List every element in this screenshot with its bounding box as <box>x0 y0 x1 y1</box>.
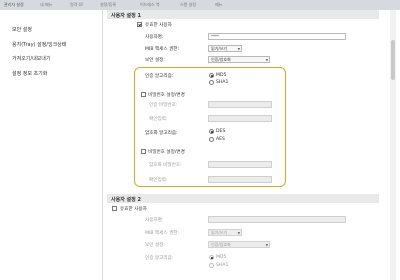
user2-mib-select[interactable]: 읽기/쓰기 ▼ <box>208 229 242 236</box>
user1-security-label: 보안 설정: <box>145 58 165 63</box>
enc-password-confirm-label: 확인입력: <box>149 178 168 183</box>
auth-password-toggle-checkbox[interactable] <box>141 92 146 97</box>
auth-password-input[interactable] <box>208 101 272 108</box>
menu-item-6[interactable]: 메뉴 <box>215 2 222 8</box>
scrollbar-thumb[interactable] <box>391 40 395 80</box>
sidebar-item-paper[interactable]: 용지(Tray) 설정/잉크상태 <box>12 41 66 48</box>
section-header-user2: 사용자 설정 2 <box>107 194 379 203</box>
auth-md5-radio[interactable] <box>209 73 214 78</box>
menu-item-4[interactable]: 어드레스 북 <box>140 2 160 8</box>
user2-mib-value: 읽기/쓰기 <box>211 230 228 235</box>
enc-password-toggle-checkbox[interactable] <box>141 149 146 154</box>
auth-password-confirm-input[interactable] <box>208 115 272 122</box>
user2-security-select[interactable]: 인증/암호화 ▼ <box>208 241 270 248</box>
menu-item-3[interactable]: 설정/등록 <box>100 2 116 8</box>
user1-security-value: 인증/암호화 <box>211 57 231 62</box>
user2-security-label: 보안 설정: <box>145 243 165 248</box>
chevron-down-icon: ▼ <box>265 58 268 62</box>
enc-des-radio[interactable] <box>209 129 214 134</box>
enc-password-input[interactable] <box>208 161 272 168</box>
chevron-down-icon: ▼ <box>265 243 268 247</box>
chevron-down-icon: ▼ <box>237 47 240 51</box>
sidebar-item-reset[interactable]: 설정 정보 초기화 <box>12 70 47 77</box>
user1-mib-value: 읽기/쓰기 <box>211 46 228 51</box>
window-title: 관리자 설정 <box>4 2 24 7</box>
user2-auth-sha1-radio[interactable] <box>209 263 214 268</box>
user1-mib-select[interactable]: 읽기/쓰기 ▼ <box>208 45 242 52</box>
user1-name-label: 사용자명: <box>145 35 164 40</box>
user2-security-value: 인증/암호화 <box>211 242 231 247</box>
auth-password-label: 인증 비밀번호: <box>149 103 178 108</box>
use-user2-label: 유효한 사용자 <box>120 207 147 212</box>
auth-password-toggle-label: 비밀번호 설정/변경 <box>148 93 185 98</box>
auth-md5-label: MD5 <box>216 73 227 78</box>
use-user2-checkbox[interactable] <box>112 206 117 211</box>
sidebar-item-security[interactable]: 보안 설정 <box>12 26 32 33</box>
user2-mib-label: MIB 액세스 권한: <box>145 231 180 236</box>
chevron-down-icon: ▼ <box>237 231 240 235</box>
sidebar-item-import-export[interactable]: 가져오기/내보내기 <box>12 55 51 62</box>
user2-name-input[interactable] <box>208 216 346 223</box>
menu-item-2[interactable]: 원격 UI <box>70 2 83 8</box>
enc-password-confirm-input[interactable] <box>208 176 272 183</box>
highlight-frame <box>134 67 286 187</box>
enc-algo-label: 암호화 알고리즘: <box>145 131 178 136</box>
user1-mib-label: MIB 액세스 권한: <box>145 47 180 52</box>
enc-password-toggle-label: 비밀번호 설정/변경 <box>148 150 185 155</box>
user1-security-select[interactable]: 인증/암호화 ▼ <box>208 56 270 63</box>
use-user1-checkbox[interactable] <box>137 22 142 27</box>
user2-auth-md5-radio[interactable] <box>209 255 214 260</box>
use-user1-label: 유효한 사용자 <box>145 23 172 28</box>
auth-sha1-label: SHA1 <box>216 80 229 85</box>
enc-password-label: 암호화 비밀번호: <box>149 163 182 168</box>
user1-name-input[interactable]: **** <box>208 33 346 40</box>
enc-aes-radio[interactable] <box>209 137 214 142</box>
auth-sha1-radio[interactable] <box>209 80 214 85</box>
auth-algo-label: 인증 알고리즘: <box>145 74 174 79</box>
section-header-user1: 사용자 설정 1 <box>107 10 379 19</box>
top-menu-bar: 관리자 설정 내 메뉴 원격 UI 설정/등록 어드레스 북 스캔 설정 메뉴 <box>0 0 400 10</box>
menu-item-1[interactable]: 내 메뉴 <box>40 2 52 8</box>
auth-password-confirm-label: 확인입력: <box>149 117 168 122</box>
vertical-scrollbar[interactable] <box>390 10 396 280</box>
user2-auth-md5-label: MD5 <box>216 255 227 260</box>
enc-aes-label: AES <box>216 137 225 142</box>
sidebar: 보안 설정 용지(Tray) 설정/잉크상태 가져오기/내보내기 설정 정보 초… <box>0 10 103 280</box>
menu-item-5[interactable]: 스캔 설정 <box>180 2 196 8</box>
user2-auth-algo-label: 인증 알고리즘: <box>145 256 174 261</box>
user2-auth-sha1-label: SHA1 <box>216 263 229 268</box>
user2-name-label: 사용자명: <box>145 218 164 223</box>
enc-des-label: DES <box>216 129 226 134</box>
